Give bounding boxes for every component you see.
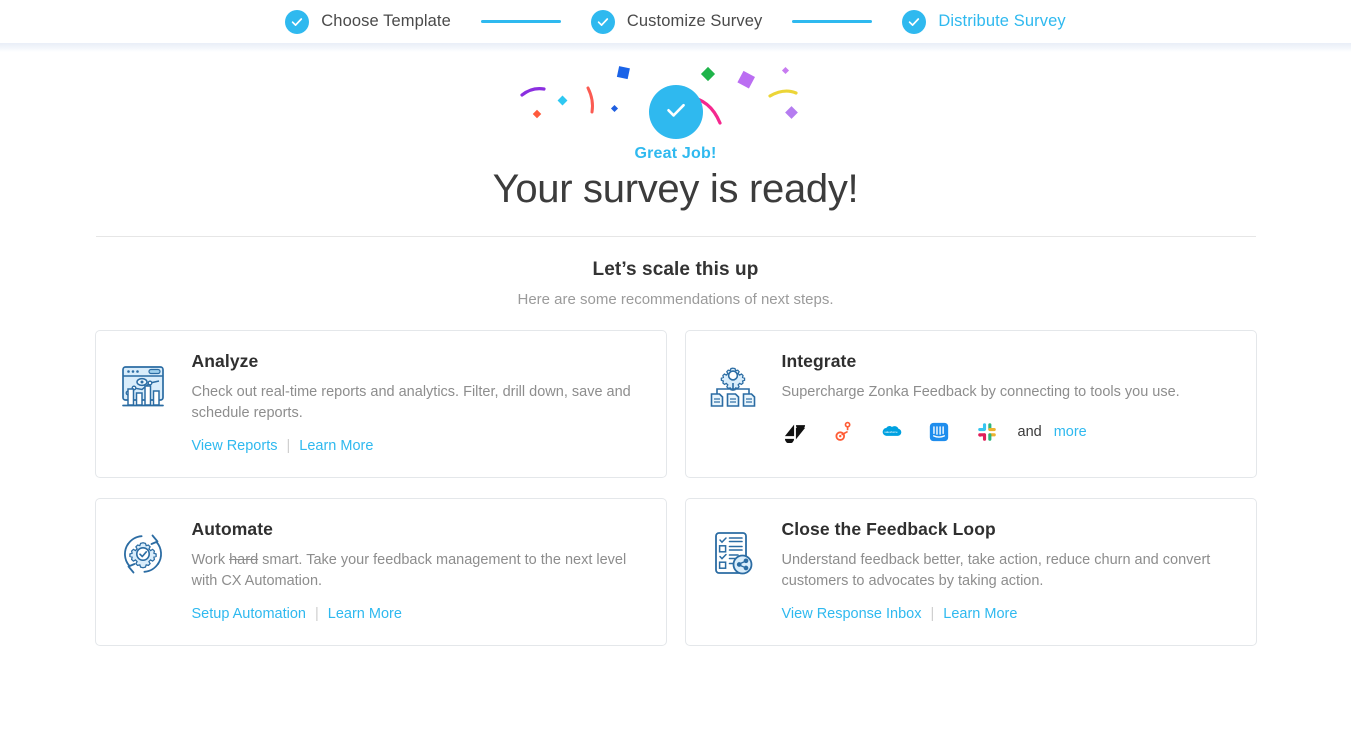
card-body: Close the Feedback Loop Understand feedb… — [782, 519, 1234, 623]
desc-strikethrough: hard — [229, 552, 259, 568]
card-links: View Reports | Learn More — [192, 438, 644, 454]
card-body: Automate Work hard smart. Take your feed… — [192, 519, 644, 623]
setup-automation-link[interactable]: Setup Automation — [192, 606, 306, 622]
stepper-steps: Choose Template Customize Survey Distrib… — [285, 9, 1066, 34]
learn-more-link[interactable]: Learn More — [943, 606, 1017, 622]
link-separator: | — [314, 606, 319, 623]
card-close-feedback-loop[interactable]: Close the Feedback Loop Understand feedb… — [684, 498, 1257, 646]
checklist-share-icon — [708, 519, 760, 623]
stepper-connector-1 — [480, 20, 561, 23]
card-description: Check out real-time reports and analytic… — [191, 384, 631, 422]
intercom-logo[interactable] — [926, 419, 952, 445]
recommendation-cards: Analyze Check out real-time reports and … — [94, 330, 1257, 646]
card-integrate[interactable]: Integrate Supercharge Zonka Feedback by … — [684, 330, 1257, 478]
hero-section: Great Job! Your survey is ready! — [0, 61, 1351, 236]
slack-logo[interactable] — [974, 419, 1000, 445]
stepper-step-distribute-survey[interactable]: Distribute Survey — [902, 9, 1066, 34]
link-separator: | — [930, 606, 935, 623]
link-separator: | — [286, 438, 291, 455]
card-body: Analyze Check out real-time reports and … — [192, 351, 644, 455]
integrations-and-label: and — [1017, 424, 1042, 441]
stepper-step-label: Distribute Survey — [938, 12, 1066, 30]
card-title: Analyze — [191, 351, 259, 371]
card-analyze[interactable]: Analyze Check out real-time reports and … — [94, 330, 667, 478]
analytics-dashboard-icon — [118, 351, 170, 455]
stepper-header: Choose Template Customize Survey Distrib… — [0, 0, 1351, 52]
hubspot-logo[interactable] — [830, 419, 856, 445]
section-divider — [95, 236, 1256, 237]
card-links: Setup Automation | Learn More — [192, 606, 644, 622]
section-subtitle: Here are some recommendations of next st… — [517, 291, 834, 308]
integration-logos: salesforce and more — [782, 419, 1234, 445]
card-description: Understand feedback better, take action,… — [781, 552, 1211, 590]
card-description: Supercharge Zonka Feedback by connecting… — [781, 384, 1180, 400]
card-links: View Response Inbox | Learn More — [782, 606, 1234, 622]
check-circle-icon — [285, 9, 310, 34]
card-description: Work hard smart. Take your feedback mana… — [192, 550, 644, 592]
section-title: Let’s scale this up — [592, 259, 759, 280]
stepper-connector-2 — [792, 20, 873, 23]
view-reports-link[interactable]: View Reports — [192, 438, 278, 454]
view-response-inbox-link[interactable]: View Response Inbox — [782, 606, 922, 622]
success-check-badge — [648, 85, 703, 139]
gear-documents-icon — [708, 351, 760, 455]
page-title: Your survey is ready! — [492, 167, 859, 211]
card-title: Integrate — [781, 351, 857, 371]
card-body: Integrate Supercharge Zonka Feedback by … — [782, 351, 1234, 455]
desc-pre: Work — [191, 552, 230, 568]
stepper-step-label: Customize Survey — [626, 12, 763, 30]
salesforce-logo[interactable]: salesforce — [878, 419, 904, 445]
stepper-underline — [0, 43, 1351, 52]
zendesk-logo[interactable] — [782, 419, 808, 445]
card-title: Automate — [191, 519, 273, 539]
learn-more-link[interactable]: Learn More — [328, 606, 402, 622]
stepper-step-label: Choose Template — [321, 12, 451, 30]
card-title: Close the Feedback Loop — [781, 519, 996, 539]
learn-more-link[interactable]: Learn More — [299, 438, 373, 454]
stepper-step-choose-template[interactable]: Choose Template — [285, 9, 451, 34]
recommendations-heading: Let’s scale this up Here are some recomm… — [0, 259, 1351, 308]
stepper-step-customize-survey[interactable]: Customize Survey — [590, 9, 763, 34]
integrations-more-link[interactable]: more — [1054, 424, 1087, 440]
check-circle-icon — [590, 9, 615, 34]
svg-text:salesforce: salesforce — [884, 430, 898, 434]
hero-eyebrow: Great Job! — [634, 145, 717, 162]
check-circle-icon — [661, 95, 691, 130]
gear-refresh-check-icon — [118, 519, 170, 623]
card-automate[interactable]: Automate Work hard smart. Take your feed… — [94, 498, 667, 646]
check-circle-icon — [902, 9, 927, 34]
